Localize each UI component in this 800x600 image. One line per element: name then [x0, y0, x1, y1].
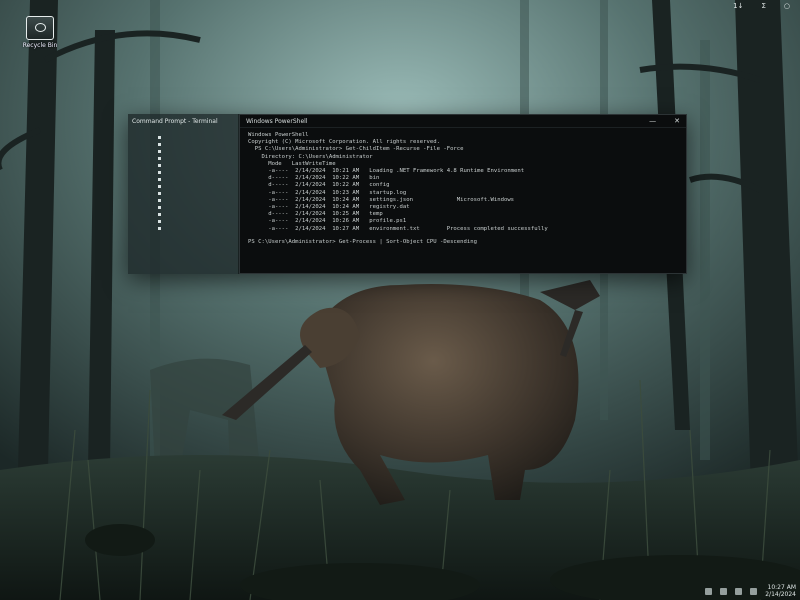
recycle-bin-icon — [26, 16, 54, 40]
close-button[interactable]: ✕ — [674, 117, 680, 125]
terminal-prompt[interactable]: PS C:\Users\Administrator> Get-Process |… — [248, 239, 678, 246]
list-item[interactable] — [158, 185, 161, 188]
top-system-tray: 1↓ Σ ○ — [733, 2, 790, 10]
taskbar-tray: 10:27 AM 2/14/2024 — [705, 584, 796, 598]
terminal-line: Directory: C:\Users\Administrator — [248, 153, 373, 160]
list-item[interactable] — [158, 171, 161, 174]
terminal-line: Windows PowerShell — [248, 132, 309, 138]
terminal-tab-title[interactable]: Windows PowerShell — [246, 118, 307, 125]
desktop-icon-recycle-bin[interactable]: Recycle Bin — [14, 16, 66, 50]
clock-date: 2/14/2024 — [765, 591, 796, 598]
terminal-line: -a---- 2/14/2024 10:23 AM startup.log — [248, 189, 407, 196]
list-item[interactable] — [158, 157, 161, 160]
terminal-line: -a---- 2/14/2024 10:24 AM settings.json … — [248, 196, 515, 203]
terminal-line: -a---- 2/14/2024 10:27 AM environment.tx… — [248, 225, 548, 232]
list-item[interactable] — [158, 199, 161, 202]
list-item[interactable] — [158, 227, 161, 230]
terminal-line: Copyright (C) Microsoft Corporation. All… — [248, 139, 440, 146]
side-pane-title: Command Prompt - Terminal — [132, 118, 218, 125]
terminal-line: -a---- 2/14/2024 10:24 AM registry.dat — [248, 204, 410, 211]
taskbar-clock[interactable]: 10:27 AM 2/14/2024 — [765, 584, 796, 598]
terminal-line: Mode LastWriteTime — [248, 160, 336, 167]
list-item[interactable] — [158, 206, 161, 209]
list-item[interactable] — [158, 164, 161, 167]
terminal-window: Command Prompt - Terminal Windows PowerS… — [128, 114, 687, 274]
list-item[interactable] — [158, 192, 161, 195]
terminal-titlebar: Windows PowerShell — ✕ — [240, 115, 686, 128]
side-pane: Command Prompt - Terminal — [128, 114, 239, 274]
list-item[interactable] — [158, 136, 161, 139]
terminal-line: PS C:\Users\Administrator> Get-ChildItem… — [248, 146, 464, 153]
terminal-line: -a---- 2/14/2024 10:26 AM profile.ps1 — [248, 218, 407, 225]
desktop-wallpaper — [0, 0, 800, 600]
terminal-line: d----- 2/14/2024 10:22 AM config — [248, 182, 390, 189]
list-item[interactable] — [158, 178, 161, 181]
minimize-button[interactable]: — — [649, 117, 656, 125]
tray-item-3[interactable]: ○ — [784, 2, 790, 10]
clock-time: 10:27 AM — [767, 584, 796, 591]
volume-icon[interactable] — [720, 587, 728, 595]
list-item[interactable] — [158, 150, 161, 153]
terminal-output[interactable]: Windows PowerShell Copyright (C) Microso… — [240, 128, 686, 250]
list-item[interactable] — [158, 220, 161, 223]
tray-item-2[interactable]: Σ — [761, 2, 765, 10]
network-icon[interactable] — [705, 587, 713, 595]
battery-icon[interactable] — [735, 587, 743, 595]
terminal-line: -a---- 2/14/2024 10:21 AM Loading .NET F… — [248, 168, 525, 175]
list-item[interactable] — [158, 213, 161, 216]
terminal-line: d----- 2/14/2024 10:25 AM temp — [248, 211, 383, 218]
list-item[interactable] — [158, 143, 161, 146]
notification-icon[interactable] — [750, 587, 758, 595]
side-pane-list — [158, 136, 161, 230]
tray-item-1[interactable]: 1↓ — [733, 2, 743, 10]
terminal-line: d----- 2/14/2024 10:22 AM bin — [248, 175, 380, 182]
terminal-pane[interactable]: Windows PowerShell — ✕ Windows PowerShel… — [239, 114, 687, 274]
desktop-icon-label: Recycle Bin — [22, 42, 58, 49]
